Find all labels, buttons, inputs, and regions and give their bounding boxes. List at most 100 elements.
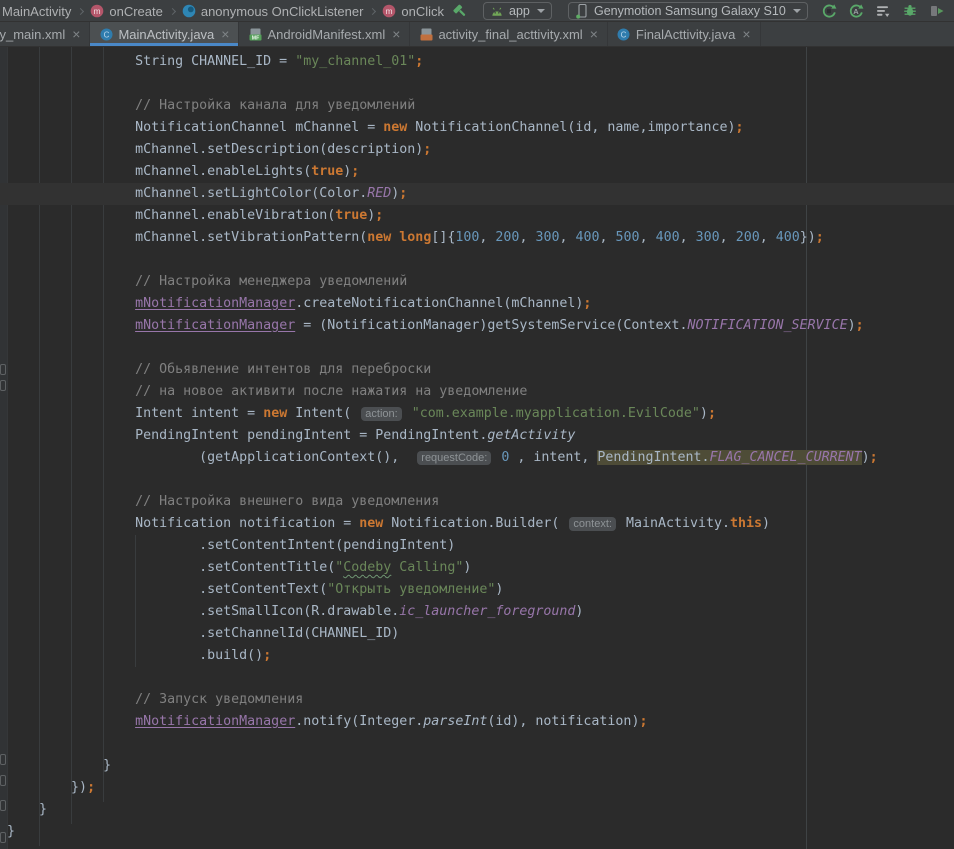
code-token: ; — [351, 164, 359, 179]
code-token: mChannel.setDescription(description) — [7, 142, 423, 157]
code-token — [404, 406, 412, 421]
fold-marker-icon[interactable] — [0, 775, 6, 786]
tab-activity-final-acttivity-xml[interactable]: activity_final_acttivity.xml× — [410, 22, 607, 46]
code-token — [7, 318, 135, 333]
code-line: // Настройка менеджера уведомлений — [0, 271, 954, 293]
code-token: []{ — [431, 230, 455, 245]
toolbar-actions: A — [821, 3, 945, 19]
code-line: } — [0, 755, 954, 777]
breadcrumb-separator-icon — [169, 7, 176, 14]
close-icon[interactable]: × — [72, 27, 80, 41]
run-config-selector[interactable]: app — [483, 2, 552, 20]
breadcrumb-item[interactable]: MainActivity — [2, 4, 71, 19]
method-icon: m — [90, 4, 104, 18]
code-token: ; — [263, 648, 271, 663]
code-token: RED — [367, 186, 391, 201]
code-token: ) — [762, 516, 770, 531]
code-token: = (NotificationManager)getSystemService(… — [295, 318, 687, 333]
code-token: 500 — [616, 230, 640, 245]
chevron-down-icon — [537, 9, 545, 13]
fold-marker-icon[interactable] — [0, 380, 6, 391]
code-token: .setContentText( — [7, 582, 327, 597]
code-token: true — [335, 208, 367, 223]
code-token: this — [730, 516, 762, 531]
fold-marker-icon[interactable] — [0, 754, 6, 765]
chevron-down-icon — [793, 9, 801, 13]
code-line: } — [0, 799, 954, 821]
code-token: .setChannelId(CHANNEL_ID) — [7, 626, 399, 641]
code-line: PendingIntent pendingIntent = PendingInt… — [0, 425, 954, 447]
code-token: .setContentIntent(pendingIntent) — [7, 538, 455, 553]
code-token: PendingIntent pendingIntent = PendingInt… — [7, 428, 487, 443]
code-token: "my_channel_01" — [295, 54, 415, 69]
debug-icon[interactable] — [902, 3, 918, 19]
code-line: .setContentTitle("Codeby Calling") — [0, 557, 954, 579]
code-token: } — [7, 758, 111, 773]
apply-changes-icon[interactable] — [821, 3, 837, 19]
close-icon[interactable]: × — [392, 27, 400, 41]
code-token: ) — [463, 560, 471, 575]
code-token: 400 — [776, 230, 800, 245]
fold-marker-icon[interactable] — [0, 364, 6, 375]
attach-debugger-icon[interactable] — [929, 3, 945, 19]
code-token: ; — [423, 142, 431, 157]
code-token — [7, 296, 135, 311]
close-icon[interactable]: × — [742, 27, 750, 41]
code-line: .setContentText("Открыть уведомление") — [0, 579, 954, 601]
tab-ity-main-xml[interactable]: ity_main.xml× — [0, 22, 90, 46]
code-token: new — [383, 120, 407, 135]
code-token: FLAG_CANCEL_CURRENT — [710, 450, 862, 465]
code-token: , — [720, 230, 736, 245]
code-token: new — [263, 406, 287, 421]
code-token: mChannel.enableLights( — [7, 164, 311, 179]
breadcrumb-separator-icon — [77, 7, 84, 14]
tab-mainactivity-java[interactable]: CMainActivity.java× — [90, 22, 239, 46]
code-token: new — [359, 516, 383, 531]
code-token: mChannel.setVibrationPattern( — [7, 230, 367, 245]
code-line: .setSmallIcon(R.drawable.ic_launcher_for… — [0, 601, 954, 623]
close-icon[interactable]: × — [221, 27, 229, 41]
code-token: 200 — [736, 230, 760, 245]
tab-androidmanifest-xml[interactable]: MFAndroidManifest.xml× — [239, 22, 410, 46]
breadcrumb-item[interactable]: anonymous OnClickListener — [182, 4, 364, 19]
code-token: PendingIntent. — [597, 450, 709, 465]
code-token: ic_launcher_foreground — [399, 604, 575, 619]
parameter-hint: action: — [361, 407, 401, 421]
code-token: MainActivity. — [618, 516, 730, 531]
code-token: "Открыть уведомление" — [327, 582, 495, 597]
code-token: .setSmallIcon(R.drawable. — [7, 604, 399, 619]
code-line: NotificationChannel mChannel = new Notif… — [0, 117, 954, 139]
code-token: } — [7, 802, 47, 817]
code-token: Notification.Builder( — [383, 516, 567, 531]
code-token: ; — [870, 450, 878, 465]
svg-text:C: C — [621, 30, 627, 39]
java-class-icon: C — [617, 27, 631, 41]
code-line: mChannel.enableVibration(true); — [0, 205, 954, 227]
device-selector[interactable]: Genymotion Samsung Galaxy S10 — [568, 2, 808, 20]
code-line: mChannel.setDescription(description); — [0, 139, 954, 161]
svg-text:A: A — [853, 7, 859, 16]
close-icon[interactable]: × — [590, 27, 598, 41]
code-token: NotificationChannel mChannel = — [7, 120, 383, 135]
svg-text:m: m — [94, 6, 101, 16]
code-line: // на новое активити после нажатия на ув… — [0, 381, 954, 403]
code-token: 400 — [656, 230, 680, 245]
code-line — [0, 667, 954, 689]
breadcrumb-item[interactable]: monCreate — [90, 4, 162, 19]
build-hammer-icon[interactable] — [452, 3, 468, 19]
apply-code-changes-icon[interactable]: A — [848, 3, 864, 19]
code-token: }) — [800, 230, 816, 245]
code-line — [0, 249, 954, 271]
code-token: .createNotificationChannel(mChannel) — [295, 296, 583, 311]
code-token — [7, 714, 135, 729]
code-token: ) — [575, 604, 583, 619]
fold-marker-icon[interactable] — [0, 800, 6, 811]
tab-finalacttivity-java[interactable]: CFinalActtivity.java× — [608, 22, 761, 46]
android-icon — [490, 4, 504, 18]
code-editor[interactable]: String CHANNEL_ID = "my_channel_01"; // … — [0, 47, 954, 849]
profiler-icon[interactable] — [875, 3, 891, 19]
run-config-label: app — [509, 4, 530, 18]
fold-marker-icon[interactable] — [0, 832, 6, 843]
code-token: 100 — [455, 230, 479, 245]
breadcrumb-item[interactable]: monClick — [382, 4, 444, 19]
